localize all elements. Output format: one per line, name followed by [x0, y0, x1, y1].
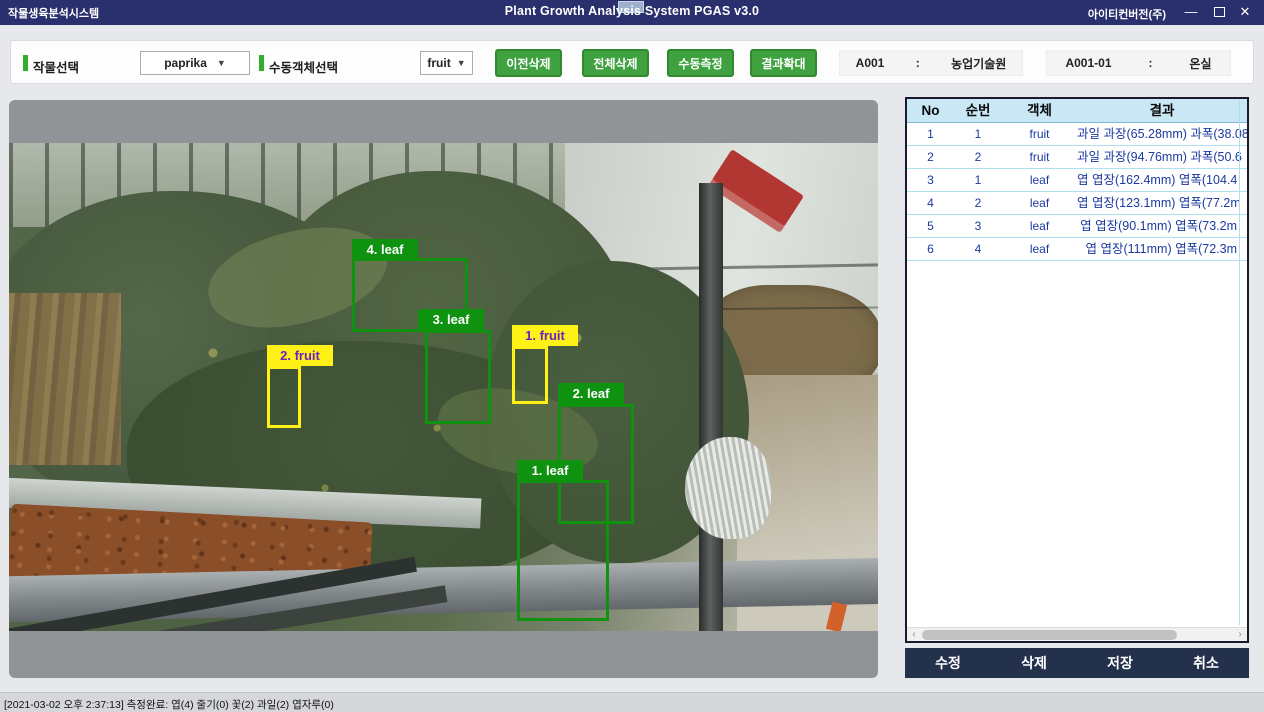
- table-header: No순번객체결과: [907, 99, 1247, 123]
- maximize-glyph: [1214, 7, 1225, 17]
- zone-code: A001-01: [1065, 56, 1111, 70]
- accent-bar-icon: [259, 55, 264, 71]
- manual-object-label: 수동객체선택: [269, 57, 338, 76]
- table-row[interactable]: 22fruit과일 과장(94.76mm) 과폭(50.6: [907, 146, 1247, 169]
- cell-seq: 2: [954, 146, 1002, 168]
- leaf-annotation-label: 1. leaf: [517, 460, 583, 481]
- leaf-bounding-box[interactable]: [425, 330, 491, 424]
- table-row[interactable]: 53leaf엽 엽장(90.1mm) 엽폭(73.2m: [907, 215, 1247, 238]
- cell-object: fruit: [1002, 146, 1077, 168]
- zone-name: 온실: [1189, 55, 1211, 72]
- cell-result: 엽 엽장(90.1mm) 엽폭(73.2m: [1077, 215, 1247, 237]
- cell-result: 과일 과장(94.76mm) 과폭(50.6: [1077, 146, 1247, 168]
- manual-object-dropdown[interactable]: fruit ▼: [420, 51, 473, 75]
- scrollbar-thumb[interactable]: [922, 630, 1177, 640]
- maximize-icon[interactable]: [1208, 3, 1230, 21]
- leaf-bounding-box[interactable]: [517, 480, 609, 621]
- cell-result: 엽 엽장(111mm) 엽폭(72.3m: [1077, 238, 1247, 260]
- delete-button[interactable]: 삭제: [991, 648, 1077, 678]
- site-code: A001: [856, 56, 885, 70]
- column-header: 결과: [1077, 99, 1247, 122]
- site-info-box: A001 : 농업기술원: [839, 50, 1023, 76]
- crop-select-dropdown[interactable]: paprika ▼: [140, 51, 250, 75]
- cell-seq: 4: [954, 238, 1002, 260]
- edit-button[interactable]: 수정: [905, 648, 991, 678]
- column-header: No: [907, 99, 954, 122]
- titlebar: 작물생육분석시스템 Plant Growth Analysis System P…: [0, 0, 1264, 25]
- zone-info-box: A001-01 : 온실: [1046, 50, 1231, 76]
- manual-measure-button[interactable]: 수동측정: [667, 49, 734, 77]
- cell-result: 과일 과장(65.28mm) 과폭(38.08: [1077, 123, 1247, 145]
- crop-select-value: paprika: [164, 56, 207, 70]
- fruit-bounding-box[interactable]: [267, 366, 301, 428]
- save-button[interactable]: 저장: [1077, 648, 1163, 678]
- app-title: Plant Growth Analysis System PGAS v3.0: [0, 4, 1264, 18]
- cell-seq: 1: [954, 123, 1002, 145]
- table-row[interactable]: 42leaf엽 엽장(123.1mm) 엽폭(77.2m: [907, 192, 1247, 215]
- scroll-right-icon[interactable]: ›: [1233, 628, 1247, 641]
- camera-image-panel[interactable]: 4. leaf 3. leaf 1. fruit 2. fruit 2. leaf 1. …: [9, 100, 878, 678]
- manual-object-value: fruit: [427, 56, 450, 70]
- fruit-bounding-box[interactable]: [512, 346, 548, 404]
- cell-result: 엽 엽장(162.4mm) 엽폭(104.4: [1077, 169, 1247, 191]
- chevron-down-icon: ▼: [457, 58, 466, 68]
- toolbar: 작물선택 paprika ▼ 수동객체선택 fruit ▼ 이전삭제 전체삭제 수동…: [10, 40, 1254, 84]
- table-row[interactable]: 64leaf엽 엽장(111mm) 엽폭(72.3m: [907, 238, 1247, 261]
- table-row[interactable]: 31leaf엽 엽장(162.4mm) 엽폭(104.4: [907, 169, 1247, 192]
- action-bar: 수정삭제저장취소: [905, 648, 1249, 678]
- cell-seq: 2: [954, 192, 1002, 214]
- cell-object: fruit: [1002, 123, 1077, 145]
- zone-colon: :: [1148, 56, 1152, 70]
- cell-seq: 3: [954, 215, 1002, 237]
- site-colon: :: [916, 56, 920, 70]
- leaf-annotation-label: 4. leaf: [352, 239, 418, 260]
- cell-no: 6: [907, 238, 954, 260]
- cell-object: leaf: [1002, 169, 1077, 191]
- leaf-annotation-label: 3. leaf: [418, 309, 484, 330]
- site-name: 농업기술원: [951, 55, 1006, 72]
- cell-object: leaf: [1002, 215, 1077, 237]
- cancel-button[interactable]: 취소: [1163, 648, 1249, 678]
- horizontal-scrollbar[interactable]: ‹ ›: [907, 627, 1247, 641]
- company-name: 아이티컨버전(주): [1088, 6, 1166, 22]
- delete-all-button[interactable]: 전체삭제: [582, 49, 649, 77]
- cell-result: 엽 엽장(123.1mm) 엽폭(77.2m: [1077, 192, 1247, 214]
- leaf-annotation-label: 2. leaf: [558, 383, 624, 404]
- cell-no: 5: [907, 215, 954, 237]
- crop-select-label: 작물선택: [33, 57, 79, 76]
- statusbar: [2021-03-02 오후 2:37:13] 측정완료: 엽(4) 줄기(0)…: [0, 692, 1264, 712]
- column-divider: [1239, 99, 1240, 625]
- status-text: [2021-03-02 오후 2:37:13] 측정완료: 엽(4) 줄기(0)…: [4, 697, 334, 712]
- close-icon[interactable]: ✕: [1234, 3, 1256, 21]
- fruit-annotation-label: 2. fruit: [267, 345, 333, 366]
- table-body: 11fruit과일 과장(65.28mm) 과폭(38.0822fruit과일 …: [907, 123, 1247, 261]
- results-panel: No순번객체결과 11fruit과일 과장(65.28mm) 과폭(38.082…: [905, 97, 1249, 643]
- cell-no: 2: [907, 146, 954, 168]
- minimize-icon[interactable]: —: [1180, 3, 1202, 21]
- cell-object: leaf: [1002, 192, 1077, 214]
- chevron-down-icon: ▼: [217, 58, 226, 68]
- cell-no: 3: [907, 169, 954, 191]
- column-header: 순번: [954, 99, 1002, 122]
- enlarge-result-button[interactable]: 결과확대: [750, 49, 817, 77]
- accent-bar-icon: [23, 55, 28, 71]
- column-header: 객체: [1002, 99, 1077, 122]
- fruit-annotation-label: 1. fruit: [512, 325, 578, 346]
- cell-no: 4: [907, 192, 954, 214]
- cell-object: leaf: [1002, 238, 1077, 260]
- scroll-left-icon[interactable]: ‹: [907, 628, 921, 641]
- delete-previous-button[interactable]: 이전삭제: [495, 49, 562, 77]
- table-row[interactable]: 11fruit과일 과장(65.28mm) 과폭(38.08: [907, 123, 1247, 146]
- annotation-layer: 4. leaf 3. leaf 1. fruit 2. fruit 2. leaf 1. …: [9, 100, 878, 678]
- cell-seq: 1: [954, 169, 1002, 191]
- cell-no: 1: [907, 123, 954, 145]
